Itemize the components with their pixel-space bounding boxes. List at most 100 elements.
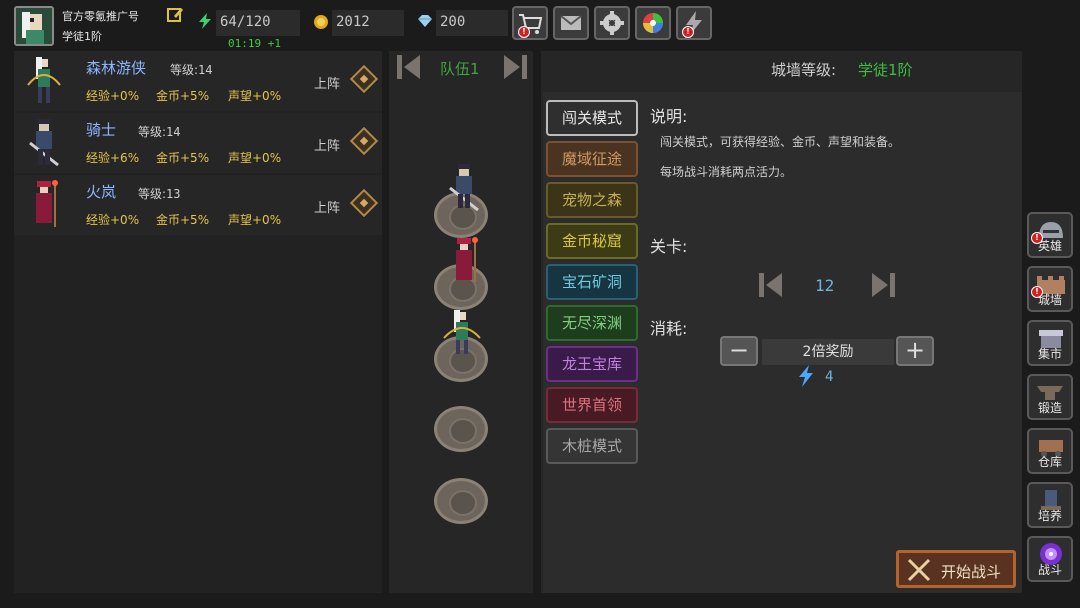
- mode-button[interactable]: 木桩模式: [546, 428, 638, 464]
- hero-fame-bonus: 声望+0%: [228, 151, 282, 165]
- ranger-sprite-icon: [27, 57, 61, 103]
- hero-fame-bonus: 声望+0%: [228, 89, 282, 103]
- gem-value: 200: [436, 10, 508, 36]
- settings-button[interactable]: [594, 6, 630, 40]
- hero-name: 森林游侠: [86, 59, 147, 77]
- mode-button[interactable]: 金币秘窟: [546, 223, 638, 259]
- mode-button[interactable]: 龙王宝库: [546, 346, 638, 382]
- hero-exp-bonus: 经验+0%: [86, 213, 140, 227]
- knight-sprite-icon: [29, 119, 59, 167]
- alert-badge: !: [1031, 286, 1043, 298]
- hero-gold-bonus: 金币+5%: [156, 151, 210, 165]
- description-title: 说明:: [650, 107, 688, 126]
- wall-level-value: 学徒1阶: [858, 61, 913, 79]
- mode-button[interactable]: 魔域征途: [546, 141, 638, 177]
- hero-level: 等级:14: [170, 63, 213, 77]
- ranger-sprite-icon: [443, 310, 481, 354]
- side-nav-training-statue-button[interactable]: 培养: [1027, 482, 1073, 528]
- hero-gold-bonus: 金币+5%: [156, 213, 210, 227]
- mode-button[interactable]: 无尽深渊: [546, 305, 638, 341]
- gem-icon: [416, 12, 434, 30]
- deploy-toggle-button[interactable]: [349, 126, 379, 156]
- next-stage-arrow-icon[interactable]: [868, 270, 898, 300]
- plus-icon: +: [904, 336, 926, 364]
- energy-regen-timer: 01:19 +1: [228, 37, 281, 50]
- wall-level-label: 城墙等级:: [771, 61, 837, 79]
- hero-level: 等级:14: [138, 125, 181, 139]
- team-slot-empty[interactable]: [434, 478, 488, 524]
- hero-row[interactable]: 骑士 等级:14 经验+6% 金币+5% 声望+0% 上阵: [14, 113, 382, 173]
- mode-button[interactable]: 宠物之森: [546, 182, 638, 218]
- side-nav-label: 仓库: [1037, 455, 1062, 469]
- fire-mage-sprite-icon: [36, 180, 58, 227]
- crossed-swords-icon: [907, 558, 931, 582]
- mail-icon: [560, 15, 582, 30]
- description-line: 闯关模式，可获得经验、金币、声望和装备。: [660, 135, 901, 149]
- mode-button[interactable]: 宝石矿洞: [546, 264, 638, 300]
- gacha-wheel-icon: [643, 13, 663, 33]
- boost-alert-badge: !: [682, 26, 694, 38]
- hero-name: 骑士: [86, 121, 117, 139]
- deploy-toggle-button[interactable]: [349, 64, 379, 94]
- boost-button[interactable]: !: [676, 6, 712, 40]
- knight-sprite-icon: [449, 164, 479, 212]
- start-battle-button[interactable]: 开始战斗: [896, 550, 1016, 588]
- energy-icon: [196, 12, 214, 30]
- side-nav-label: 集市: [1037, 347, 1062, 361]
- cost-label: 消耗:: [650, 319, 688, 338]
- prev-stage-arrow-icon[interactable]: [756, 270, 786, 300]
- settings-icon: [600, 11, 624, 35]
- side-nav-anvil-button[interactable]: 锻造: [1027, 374, 1073, 420]
- decrease-button[interactable]: −: [720, 336, 758, 366]
- hero-exp-bonus: 经验+0%: [86, 89, 140, 103]
- fire-mage-sprite-icon: [456, 237, 478, 282]
- hero-list-panel: 森林游侠 等级:14 经验+0% 金币+5% 声望+0% 上阵 骑士 等级:14…: [14, 51, 382, 593]
- energy-cost-icon: [796, 364, 816, 388]
- gold-icon: [312, 12, 330, 30]
- gold-value: 2012: [332, 10, 404, 36]
- team-label: 队伍1: [440, 60, 480, 78]
- shop-button[interactable]: !: [512, 6, 548, 40]
- side-nav-storage-cart-button[interactable]: 仓库: [1027, 428, 1073, 474]
- side-nav-label: 培养: [1037, 509, 1062, 523]
- side-nav-portal-button[interactable]: 战斗: [1027, 536, 1073, 582]
- hero-level: 等级:13: [138, 187, 181, 201]
- mail-button[interactable]: [553, 6, 589, 40]
- hero-row[interactable]: 森林游侠 等级:14 经验+0% 金币+5% 声望+0% 上阵: [14, 51, 382, 111]
- hero-fame-bonus: 声望+0%: [228, 213, 282, 227]
- prev-team-arrow-icon[interactable]: [394, 52, 424, 82]
- minus-icon: −: [728, 336, 750, 364]
- gacha-button[interactable]: [635, 6, 671, 40]
- reward-multiplier: 2倍奖励: [762, 339, 894, 365]
- next-team-arrow-icon[interactable]: [500, 52, 530, 82]
- shop-alert-badge: !: [518, 26, 530, 38]
- player-name: 官方零氪推广号: [62, 10, 139, 23]
- side-nav-castle-wall-button[interactable]: 城墙!: [1027, 266, 1073, 312]
- hero-portrait-icon: [16, 8, 52, 44]
- energy-value: 64/120: [216, 10, 300, 36]
- description-line: 每场战斗消耗两点活力。: [660, 165, 793, 179]
- energy-cost: 4: [825, 369, 834, 385]
- mode-button[interactable]: 世界首领: [546, 387, 638, 423]
- deploy-toggle-button[interactable]: [349, 188, 379, 218]
- side-nav-helmet-button[interactable]: 英雄!: [1027, 212, 1073, 258]
- hero-name: 火岚: [86, 183, 117, 201]
- mode-button[interactable]: 闯关模式: [546, 100, 638, 136]
- side-nav-label: 战斗: [1037, 563, 1062, 577]
- deploy-label: 上阵: [314, 77, 341, 92]
- alert-badge: !: [1031, 232, 1043, 244]
- hero-exp-bonus: 经验+6%: [86, 151, 140, 165]
- deploy-label: 上阵: [314, 139, 341, 154]
- edit-name-icon[interactable]: [166, 6, 184, 24]
- player-rank: 学徒1阶: [62, 30, 102, 43]
- stage-label: 关卡:: [650, 237, 688, 256]
- side-nav-label: 锻造: [1037, 401, 1062, 415]
- increase-button[interactable]: +: [896, 336, 934, 366]
- player-avatar[interactable]: [14, 6, 54, 46]
- hero-gold-bonus: 金币+5%: [156, 89, 210, 103]
- deploy-label: 上阵: [314, 201, 341, 216]
- team-slot-empty[interactable]: [434, 406, 488, 452]
- side-nav-market-stall-button[interactable]: 集市: [1027, 320, 1073, 366]
- hero-row[interactable]: 火岚 等级:13 经验+0% 金币+5% 声望+0% 上阵: [14, 175, 382, 235]
- start-battle-label: 开始战斗: [941, 563, 1002, 581]
